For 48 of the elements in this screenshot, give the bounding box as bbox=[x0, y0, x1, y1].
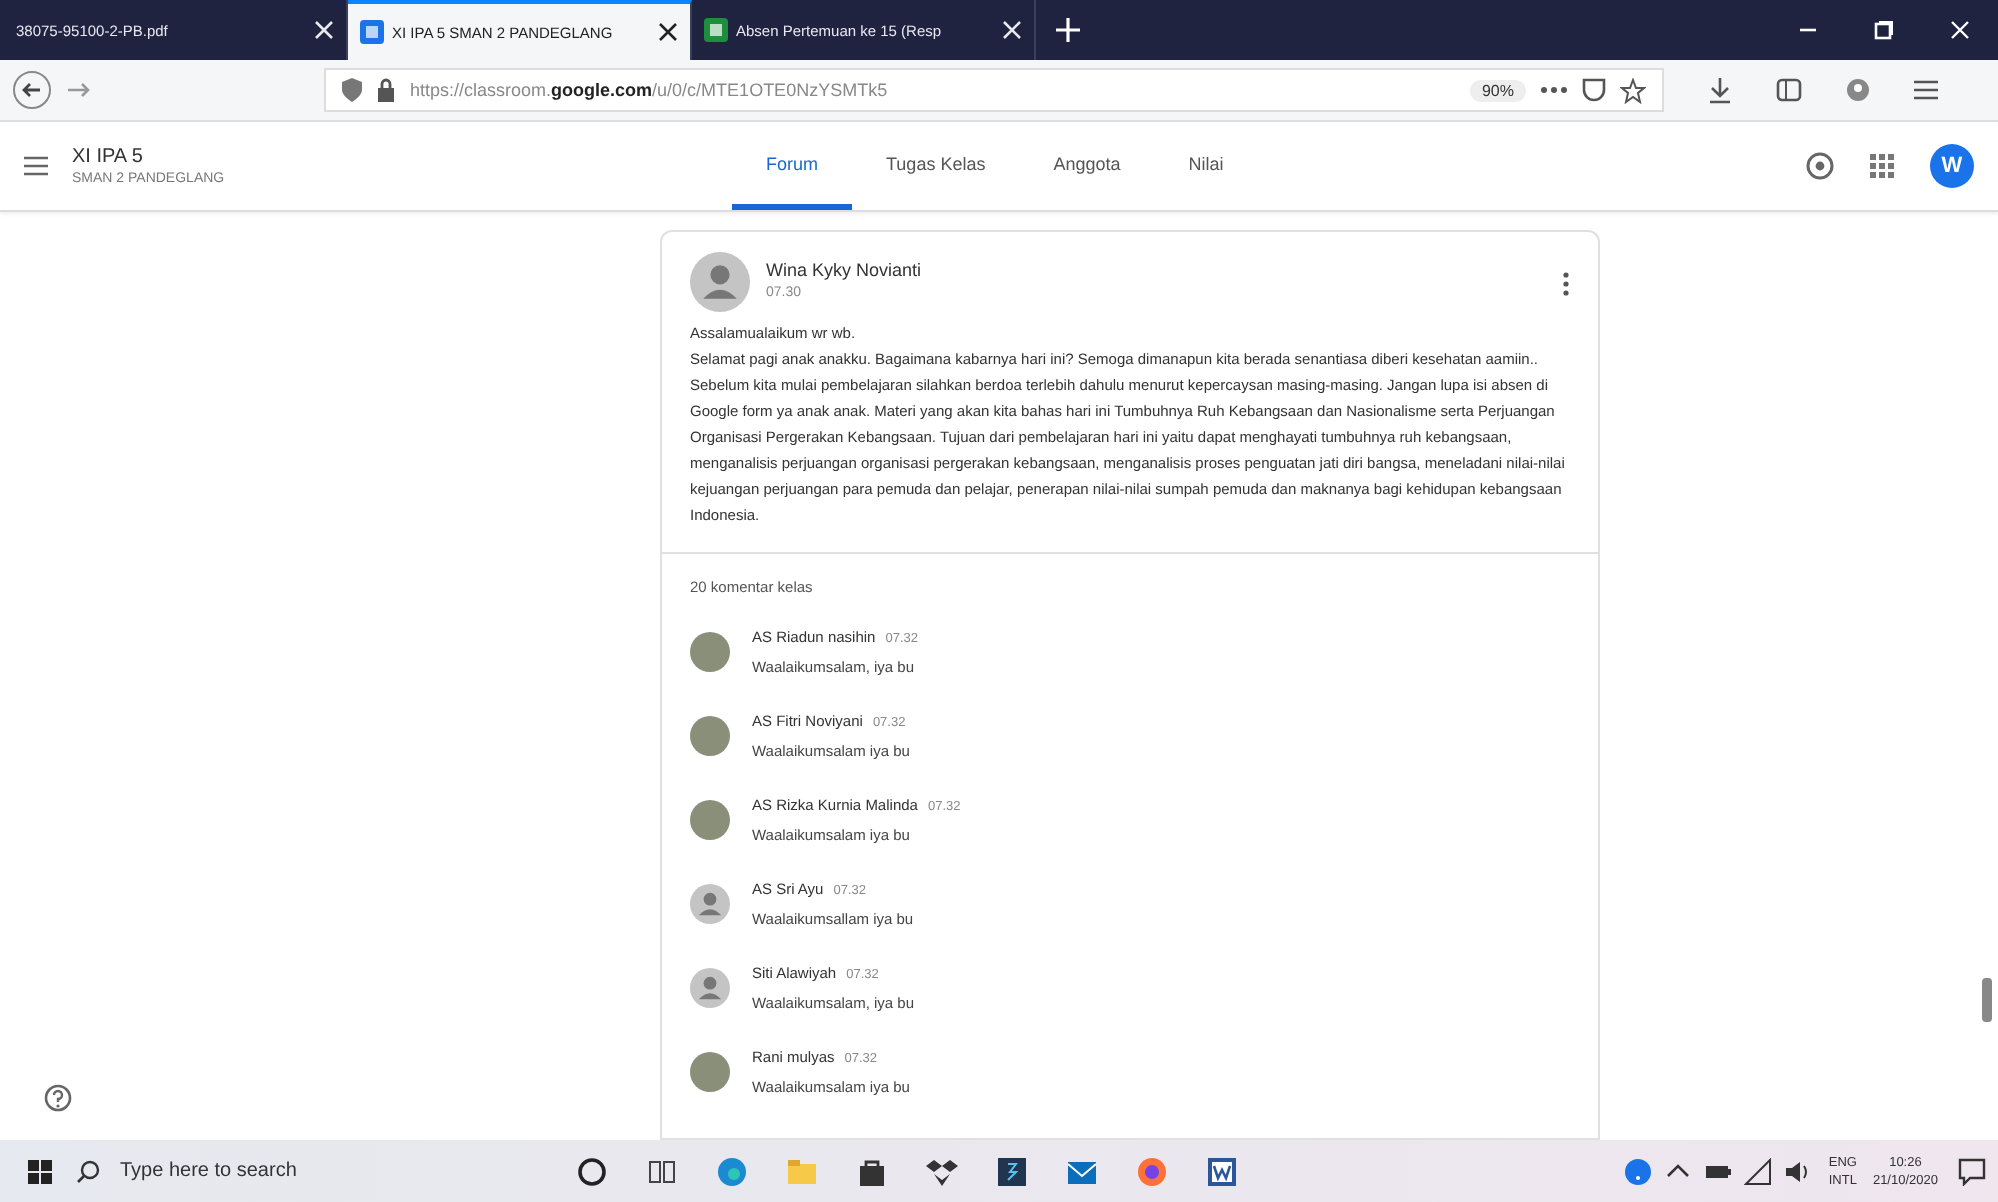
app-tile-icon[interactable] bbox=[996, 1155, 1028, 1187]
network-icon[interactable] bbox=[1744, 1157, 1773, 1185]
star-icon[interactable] bbox=[1620, 77, 1646, 103]
dropbox-icon[interactable] bbox=[926, 1155, 958, 1187]
speaker-icon[interactable] bbox=[1784, 1157, 1813, 1185]
restore-icon[interactable] bbox=[1874, 20, 1894, 40]
search-icon bbox=[76, 1159, 100, 1183]
more-icon[interactable] bbox=[1562, 272, 1570, 296]
menu-icon[interactable] bbox=[1914, 80, 1938, 100]
task-view-icon[interactable] bbox=[646, 1155, 678, 1187]
photo-placeholder bbox=[690, 632, 730, 672]
avatar-icon bbox=[690, 968, 730, 1008]
avatar-icon bbox=[690, 252, 750, 312]
photo-placeholder bbox=[690, 716, 730, 756]
nav-tab[interactable]: Nilai bbox=[1154, 122, 1258, 210]
more-icon[interactable] bbox=[1540, 86, 1568, 94]
settings-icon[interactable] bbox=[1806, 152, 1834, 180]
address-bar[interactable]: https://classroom.google.com/u/0/c/MTE1OTE0NzYSMTk5 90% bbox=[324, 68, 1664, 112]
nav-tab[interactable]: Forum bbox=[732, 122, 853, 210]
class-title[interactable]: XI IPA 5 bbox=[72, 146, 732, 168]
sidebar-icon[interactable] bbox=[1776, 78, 1802, 102]
account-icon[interactable] bbox=[1846, 78, 1870, 102]
lock-icon bbox=[376, 78, 396, 102]
windows-icon[interactable] bbox=[28, 1159, 52, 1183]
store-bag-icon[interactable] bbox=[856, 1155, 888, 1187]
taskbar-search-field[interactable]: Type here to search bbox=[116, 1158, 524, 1184]
menu-icon[interactable] bbox=[24, 156, 48, 176]
nav-tab[interactable]: Anggota bbox=[1019, 122, 1155, 210]
photo-placeholder bbox=[690, 800, 730, 840]
back-icon[interactable] bbox=[12, 70, 52, 110]
word-icon[interactable] bbox=[1206, 1155, 1238, 1187]
nav-tab[interactable]: Tugas Kelas bbox=[852, 122, 1020, 210]
close-icon[interactable] bbox=[658, 22, 678, 42]
classroom-icon bbox=[360, 20, 384, 44]
pocket-icon[interactable] bbox=[1582, 78, 1606, 102]
spreadsheet-icon bbox=[704, 18, 728, 42]
author-name: Wina Kyky Novianti bbox=[766, 260, 922, 280]
scrollbar-thumb[interactable] bbox=[1982, 978, 1992, 1022]
shield-icon bbox=[342, 78, 362, 102]
new-tab-icon[interactable] bbox=[1056, 18, 1080, 42]
apps-grid-icon[interactable] bbox=[1870, 154, 1894, 178]
account-avatar[interactable]: W bbox=[1930, 144, 1974, 188]
avatar-icon bbox=[690, 884, 730, 924]
photo-placeholder bbox=[690, 1052, 730, 1092]
url-text: https://classroom.google.com/u/0/c/MTE1OTE0NzYSMTk5 bbox=[410, 80, 888, 100]
download-icon[interactable] bbox=[1708, 77, 1732, 103]
notification-icon[interactable] bbox=[1958, 1157, 1986, 1185]
zoom-level-badge[interactable]: 90% bbox=[1469, 79, 1526, 101]
